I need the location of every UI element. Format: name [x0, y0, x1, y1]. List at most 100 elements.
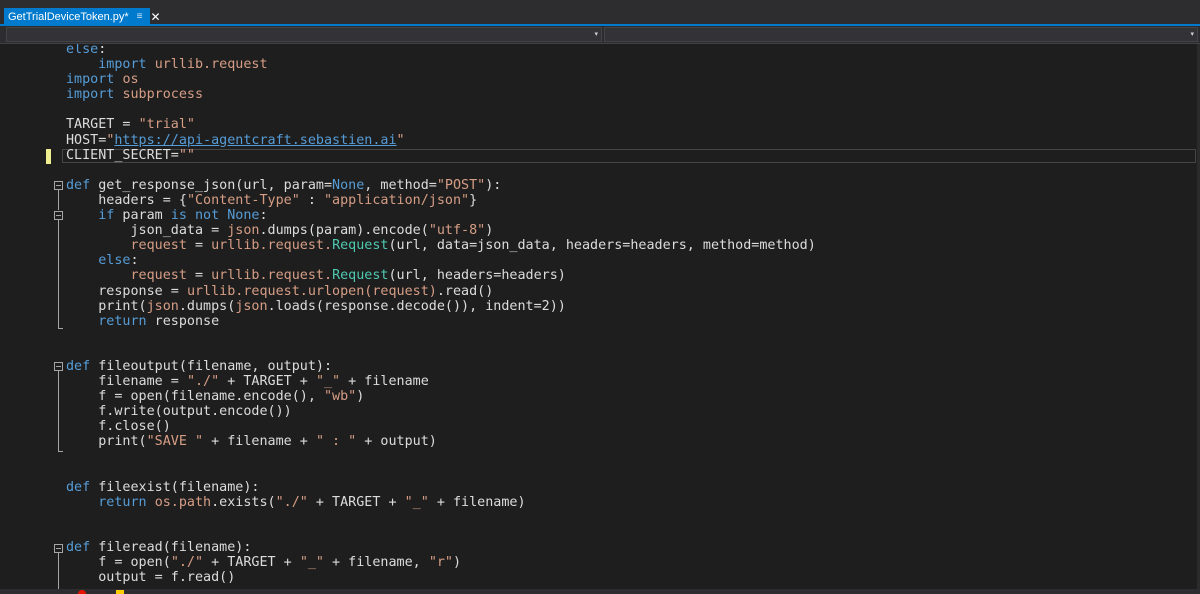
code-token: "Content-Type" — [186, 192, 300, 208]
collapse-icon[interactable] — [54, 211, 63, 220]
code-token: + TARGET + — [219, 374, 316, 390]
code-line[interactable]: headers = {"Content-Type" : "application… — [66, 193, 816, 208]
code-line[interactable]: import os — [66, 72, 816, 87]
collapse-icon[interactable] — [54, 544, 63, 553]
code-token: json — [146, 298, 179, 314]
collapse-icon[interactable] — [54, 362, 63, 371]
code-token: os.path — [154, 494, 212, 510]
code-line[interactable]: HOST= "https://api-agentcraft.sebastien.a… — [66, 133, 816, 148]
code-line[interactable]: json_data = json.dumps(param).encode("ut… — [66, 223, 816, 238]
code-editor[interactable]: else: import urllib.request import os impo… — [0, 44, 1200, 594]
code-line[interactable] — [66, 329, 816, 344]
code-line[interactable]: return response — [66, 314, 816, 329]
code-token: ): — [485, 177, 502, 193]
code-line[interactable]: def fileoutput(filename, output): — [66, 359, 816, 374]
chevron-down-icon: ▾ — [1190, 31, 1194, 38]
code-line[interactable]: request = urllib.request.Request(url, he… — [66, 268, 816, 283]
code-token: import — [98, 57, 147, 73]
code-line[interactable]: f = open("./" + TARGET + "_" + filename,… — [66, 555, 816, 570]
code-line[interactable] — [66, 450, 816, 465]
code-token: response = — [66, 283, 187, 299]
code-token: HOST= — [66, 132, 107, 148]
code-token: .dumps(param).encode( — [259, 223, 429, 239]
code-line[interactable]: import subprocess — [66, 87, 816, 102]
collapse-icon[interactable] — [54, 181, 63, 190]
warning-icon[interactable] — [116, 590, 124, 594]
outline-guide — [58, 371, 59, 451]
code-line[interactable]: output = f.read() — [66, 570, 816, 585]
code-token: filename = — [66, 374, 187, 390]
code-line[interactable]: f.write(output.encode()) — [66, 404, 816, 419]
code-token: urllib.request — [154, 57, 268, 73]
code-token: + filename, — [324, 555, 429, 571]
code-line[interactable]: response = urllib.request.urlopen(reques… — [66, 284, 816, 299]
code-line[interactable] — [66, 102, 816, 117]
code-token: (url, data=json_data, headers=headers, m… — [388, 238, 816, 254]
code-line[interactable]: else: — [66, 253, 816, 268]
error-icon[interactable] — [78, 590, 86, 594]
code-line[interactable] — [66, 465, 816, 480]
code-token: = — [186, 268, 212, 284]
pin-icon[interactable]: ≡ — [137, 11, 143, 22]
code-line[interactable]: if param is not None: — [66, 208, 816, 223]
code-token: } — [469, 192, 478, 208]
code-line[interactable]: filename = "./" + TARGET + "_" + filenam… — [66, 374, 816, 389]
code-token: https://api-agentcraft.sebastien.ai — [114, 132, 397, 148]
code-token: fileread(filename): — [90, 540, 252, 556]
code-token: Request — [332, 238, 389, 254]
code-token: "trial" — [138, 117, 195, 133]
code-token: " — [396, 132, 405, 148]
close-icon[interactable]: ✕ — [150, 10, 160, 24]
code-token: json — [227, 223, 260, 239]
code-line[interactable] — [66, 525, 816, 540]
code-token: .loads(response.decode()), indent=2)) — [267, 298, 566, 314]
code-token: f.close() — [66, 419, 171, 435]
code-line[interactable] — [66, 344, 816, 359]
code-line[interactable]: def fileexist(filename): — [66, 480, 816, 495]
code-token: "_" — [315, 374, 341, 390]
code-line[interactable]: else: — [66, 44, 816, 57]
code-line[interactable]: def get_response_json(url, param=None, m… — [66, 178, 816, 193]
code-token: : — [259, 208, 268, 224]
code-line[interactable]: def fileread(filename): — [66, 540, 816, 555]
code-token: fileexist(filename): — [90, 479, 260, 495]
code-line[interactable] — [66, 510, 816, 525]
code-token: import — [66, 72, 115, 88]
code-token: def — [66, 177, 91, 193]
unsaved-change-marker — [46, 149, 51, 164]
code-line[interactable]: f = open(filename.encode(), "wb") — [66, 389, 816, 404]
code-line[interactable]: f.close() — [66, 419, 816, 434]
code-line[interactable]: request = urllib.request.Request(url, da… — [66, 238, 816, 253]
code-token: urllib.request. — [211, 238, 333, 254]
code-token: json_data = — [66, 223, 228, 239]
code-token: "./" — [186, 374, 220, 390]
code-token: + filename) — [428, 494, 526, 510]
code-token: "SAVE " — [146, 434, 204, 450]
member-dropdown[interactable]: ▾ — [604, 27, 1198, 42]
code-token: ) — [453, 555, 462, 571]
code-token: : — [130, 253, 139, 269]
code-token: ) — [356, 389, 365, 405]
code-token: = — [186, 238, 212, 254]
code-token: .read() — [436, 283, 494, 299]
code-line[interactable]: print("SAVE " + filename + " : " + outpu… — [66, 434, 816, 449]
tab-title: GetTrialDeviceToken.py* — [8, 10, 129, 23]
code-token: None — [332, 177, 365, 193]
code-line[interactable]: print(json.dumps(json.loads(response.dec… — [66, 299, 816, 314]
code-token: "_" — [404, 494, 429, 510]
code-line[interactable]: CLIENT_SECRET="" — [66, 148, 816, 163]
tab-gettrialdevicetoken[interactable]: GetTrialDeviceToken.py* ≡ ✕ — [4, 8, 161, 25]
code-line[interactable]: import urllib.request — [66, 57, 816, 72]
code-line[interactable]: TARGET = "trial" — [66, 117, 816, 132]
code-token: request — [130, 238, 187, 254]
code-token: CLIENT_SECRET= — [66, 147, 179, 163]
scope-dropdown[interactable]: ▾ — [6, 27, 602, 42]
code-token: output = f.read() — [66, 570, 236, 586]
source-code[interactable]: else: import urllib.request import os impo… — [66, 44, 816, 585]
code-line[interactable] — [66, 163, 816, 178]
code-line[interactable]: return os.path.exists("./" + TARGET + "_… — [66, 495, 816, 510]
